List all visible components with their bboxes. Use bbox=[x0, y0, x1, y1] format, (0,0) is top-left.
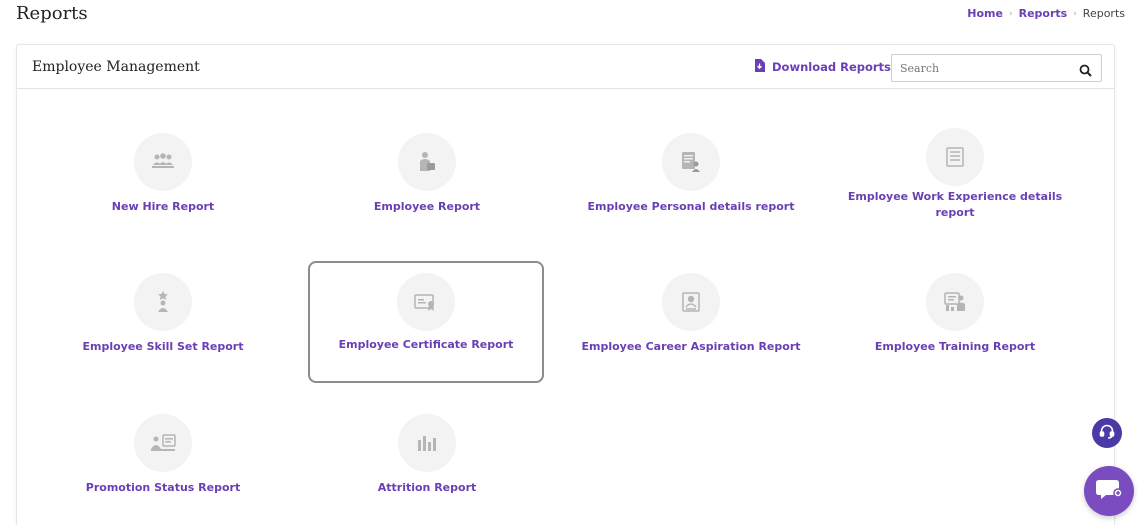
report-label: New Hire Report bbox=[111, 200, 215, 213]
breadcrumb-reports-link[interactable]: Reports bbox=[1019, 7, 1068, 20]
report-label: Employee Personal details report bbox=[587, 200, 795, 213]
report-label: Employee Certificate Report bbox=[338, 338, 514, 351]
search-box bbox=[891, 54, 1102, 82]
report-item-certificate[interactable]: Employee Certificate Report bbox=[308, 261, 544, 383]
report-label: Employee Training Report bbox=[874, 340, 1036, 353]
file-download-icon bbox=[754, 59, 765, 75]
chevron-right-icon: › bbox=[1008, 8, 1013, 19]
report-item-skill-set[interactable]: Employee Skill Set Report bbox=[45, 263, 281, 385]
chat-icon bbox=[1096, 477, 1123, 505]
headset-icon bbox=[1099, 423, 1115, 443]
report-label: Employee Career Aspiration Report bbox=[581, 340, 801, 353]
career-aspiration-icon bbox=[662, 273, 720, 331]
report-label: Employee Skill Set Report bbox=[82, 340, 244, 353]
employee-icon bbox=[398, 133, 456, 191]
report-item-attrition[interactable]: Attrition Report bbox=[309, 404, 545, 525]
search-icon[interactable] bbox=[1079, 62, 1092, 81]
breadcrumb-current: Reports bbox=[1082, 7, 1125, 20]
search-input[interactable] bbox=[892, 55, 1072, 81]
report-item-work-experience[interactable]: Employee Work Experience details report bbox=[837, 118, 1073, 240]
promotion-icon bbox=[134, 414, 192, 472]
new-hire-icon bbox=[134, 133, 192, 191]
report-item-employee[interactable]: Employee Report bbox=[309, 123, 545, 245]
report-label: Employee Work Experience details report bbox=[847, 190, 1063, 219]
breadcrumb-home-link[interactable]: Home bbox=[967, 7, 1003, 20]
report-item-new-hire[interactable]: New Hire Report bbox=[45, 123, 281, 245]
skill-set-icon bbox=[134, 273, 192, 331]
training-icon bbox=[926, 273, 984, 331]
employee-management-card: Employee Management Download Reports New… bbox=[16, 44, 1115, 525]
download-reports-label: Download Reports bbox=[772, 60, 891, 74]
report-item-training[interactable]: Employee Training Report bbox=[837, 263, 1073, 385]
breadcrumb: Home › Reports › Reports bbox=[967, 7, 1125, 20]
report-item-personal-details[interactable]: Employee Personal details report bbox=[573, 123, 809, 245]
card-title: Employee Management bbox=[32, 59, 200, 75]
work-experience-icon bbox=[926, 128, 984, 186]
card-header: Employee Management Download Reports bbox=[17, 45, 1114, 89]
attrition-chart-icon bbox=[398, 414, 456, 472]
report-label: Promotion Status Report bbox=[85, 481, 241, 494]
page-title: Reports bbox=[16, 3, 88, 24]
report-label: Attrition Report bbox=[377, 481, 477, 494]
download-reports-button[interactable]: Download Reports bbox=[754, 59, 891, 75]
chat-button[interactable] bbox=[1084, 466, 1134, 516]
support-button[interactable] bbox=[1092, 418, 1122, 448]
personal-details-icon bbox=[662, 133, 720, 191]
page-header: Reports Home › Reports › Reports bbox=[16, 0, 1125, 30]
report-item-promotion-status[interactable]: Promotion Status Report bbox=[45, 404, 281, 525]
report-item-career-aspiration[interactable]: Employee Career Aspiration Report bbox=[573, 263, 809, 385]
report-label: Employee Report bbox=[373, 200, 481, 213]
chevron-right-icon: › bbox=[1073, 8, 1077, 19]
certificate-icon bbox=[397, 273, 455, 331]
